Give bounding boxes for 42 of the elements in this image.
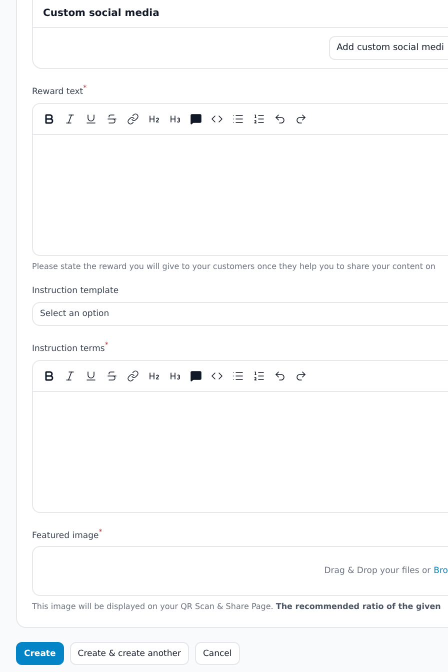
drop-instruction: Drag & Drop your files or (324, 566, 431, 576)
field-label: Instruction template (32, 286, 120, 296)
helper-text: Please state the reward you will give to your customers once they help you to share your content on (32, 262, 436, 271)
code-icon[interactable] (211, 112, 223, 125)
select-field[interactable]: Select an option (32, 302, 448, 326)
strikethrough-icon[interactable] (106, 370, 118, 382)
link-icon[interactable] (127, 370, 139, 382)
browse-link[interactable]: Bro (434, 566, 448, 576)
link-icon[interactable] (127, 112, 139, 125)
create-button[interactable]: Create (16, 642, 64, 666)
undo-icon[interactable] (274, 112, 286, 125)
field-label: Instruction terms$^{*}$ (32, 340, 110, 354)
redo-icon[interactable] (295, 112, 307, 125)
heading-3-icon[interactable] (169, 112, 181, 125)
helper-text: This image will be displayed on your QR Scan & Share Page. The recommended ratio of the given (32, 602, 442, 612)
numbered-list-icon[interactable] (253, 370, 265, 382)
required-marker: * (83, 84, 87, 92)
underline-icon[interactable] (85, 370, 97, 382)
file-drop-zone[interactable]: Drag & Drop your files or Bro (32, 546, 448, 596)
undo-icon[interactable] (274, 370, 286, 382)
strikethrough-icon[interactable] (106, 112, 118, 125)
cancel-button[interactable]: Cancel (194, 642, 240, 666)
numbered-list-icon[interactable] (253, 112, 265, 125)
bold-icon[interactable] (43, 112, 55, 125)
underline-icon[interactable] (85, 112, 97, 125)
create-another-button[interactable]: Create & create another (70, 642, 189, 666)
heading-2-icon[interactable] (148, 112, 160, 125)
heading-2-icon[interactable] (148, 370, 160, 382)
code-icon[interactable] (211, 370, 223, 382)
italic-icon[interactable] (64, 112, 76, 125)
heading-3-icon[interactable] (169, 370, 181, 382)
required-marker: * (104, 340, 108, 349)
speech-bubble-icon[interactable] (190, 112, 202, 125)
add-social-media-button[interactable]: Add custom social medi (328, 36, 448, 60)
required-marker: * (98, 528, 102, 536)
bold-icon[interactable] (43, 370, 55, 382)
field-label: Featured image$^{*}$ (32, 528, 104, 540)
italic-icon[interactable] (64, 370, 76, 382)
section-title: Custom social media (33, 0, 448, 28)
redo-icon[interactable] (295, 370, 307, 382)
field-label: Reward text$^{*}$ (32, 84, 88, 97)
speech-bubble-icon[interactable] (190, 370, 202, 382)
